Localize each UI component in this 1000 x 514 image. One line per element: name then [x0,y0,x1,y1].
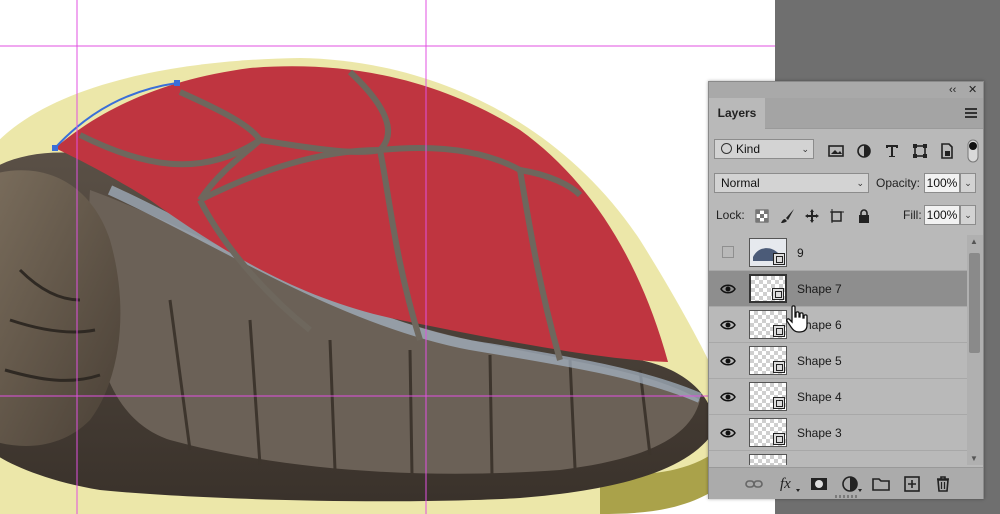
layer-filter-row: Kind ⌄ [709,139,983,165]
blend-mode-value: Normal [721,176,760,190]
image-filter-icon[interactable] [828,143,844,159]
fill-label: Fill: [903,208,922,222]
layer-thumbnail [749,454,787,465]
filter-toggle-icon[interactable] [967,139,979,163]
smart-object-badge-icon [773,253,785,265]
adjustment-filter-icon[interactable] [856,143,872,159]
layer-row-shape-6[interactable]: Shape 6 [709,307,967,343]
layers-scrollbar[interactable]: ▲ ▼ [967,235,983,465]
eye-icon[interactable] [720,318,736,332]
lock-image-pixels-icon[interactable] [780,208,796,224]
eye-icon[interactable] [720,282,736,296]
panel-menu-icon[interactable] [965,108,977,118]
chevron-down-icon: ⌄ [856,178,864,188]
layer-name: Shape 7 [797,282,842,296]
layer-thumbnail [749,382,787,411]
layers-panel: ‹‹ ✕ Layers Kind ⌄ Normal ⌄ Opacity: 100… [708,81,984,499]
opacity-label: Opacity: [876,176,921,190]
new-group-icon[interactable] [872,475,890,493]
lock-artboard-icon[interactable] [829,208,845,224]
layer-name: 9 [797,246,804,260]
shape-badge-icon [773,325,785,337]
visibility-toggle-off[interactable] [722,246,734,258]
tab-layers[interactable]: Layers [709,98,765,129]
fill-input[interactable]: 100% [924,205,960,225]
tortoise-artwork [0,0,775,514]
shape-badge-icon [772,288,784,300]
layer-thumbnail [749,274,787,303]
eye-icon[interactable] [720,426,736,440]
chevron-down-icon: ⌄ [801,144,809,154]
blend-mode-select[interactable]: Normal ⌄ [714,173,869,193]
document-canvas[interactable] [0,0,775,514]
lock-label: Lock: [716,208,745,222]
eye-icon[interactable] [720,354,736,368]
lock-row: Lock: Fill: 100% ⌄ [709,205,983,229]
layer-row-shape-3[interactable]: Shape 3 [709,415,967,451]
eye-icon[interactable] [720,390,736,404]
layer-row-shape-4[interactable]: Shape 4 [709,379,967,415]
layer-thumbnail [749,310,787,339]
layer-name: Shape 5 [797,354,842,368]
svg-text:fx: fx [780,476,791,492]
search-icon [721,143,732,154]
lock-transparent-pixels-icon[interactable] [754,208,770,224]
panel-bottom-toolbar: fx [709,467,983,499]
layer-row-shape-5[interactable]: Shape 5 [709,343,967,379]
path-anchor-start [52,145,58,151]
blend-row: Normal ⌄ Opacity: 100% ⌄ [709,173,983,197]
add-mask-icon[interactable] [810,475,828,493]
layer-row-partial[interactable] [709,451,967,465]
fill-dropdown-icon[interactable]: ⌄ [960,205,976,225]
scrollbar-thumb[interactable] [969,253,980,353]
path-anchor-end [174,80,180,86]
panel-title-bar[interactable]: ‹‹ ✕ [709,82,983,98]
layer-row-shape-7[interactable]: Shape 7 [709,271,967,307]
layer-name: Shape 3 [797,426,842,440]
shape-badge-icon [773,361,785,373]
layers-list[interactable]: 9 Shape 7 Shape 6 Shape 5 Shape 4 Shape … [709,235,967,465]
hand-cursor-icon [786,305,808,333]
shape-filter-icon[interactable] [912,143,928,159]
layer-row-9[interactable]: 9 [709,235,967,271]
filter-kind-select[interactable]: Kind ⌄ [714,139,814,159]
type-filter-icon[interactable] [884,143,900,159]
adjustment-layer-icon[interactable] [841,475,863,493]
delete-layer-icon[interactable] [934,475,952,493]
fx-icon[interactable]: fx [779,475,801,493]
shape-badge-icon [773,433,785,445]
layer-thumbnail [749,418,787,447]
panel-tab-row: Layers [709,98,983,129]
lock-position-icon[interactable] [804,208,820,224]
layer-name: Shape 4 [797,390,842,404]
scroll-up-icon[interactable]: ▲ [970,237,978,246]
opacity-dropdown-icon[interactable]: ⌄ [960,173,976,193]
new-layer-icon[interactable] [903,475,921,493]
filter-kind-value: Kind [736,142,761,156]
link-layers-icon[interactable] [745,475,763,493]
panel-resize-grip[interactable] [835,495,857,498]
collapse-panel-icon[interactable]: ‹‹ [949,83,956,97]
smart-object-filter-icon[interactable] [939,143,955,159]
close-panel-icon[interactable]: ✕ [968,83,977,97]
layer-thumbnail [749,238,787,267]
shape-badge-icon [773,397,785,409]
lock-all-icon[interactable] [856,208,872,224]
layer-thumbnail [749,346,787,375]
scroll-down-icon[interactable]: ▼ [970,454,978,463]
opacity-input[interactable]: 100% [924,173,960,193]
